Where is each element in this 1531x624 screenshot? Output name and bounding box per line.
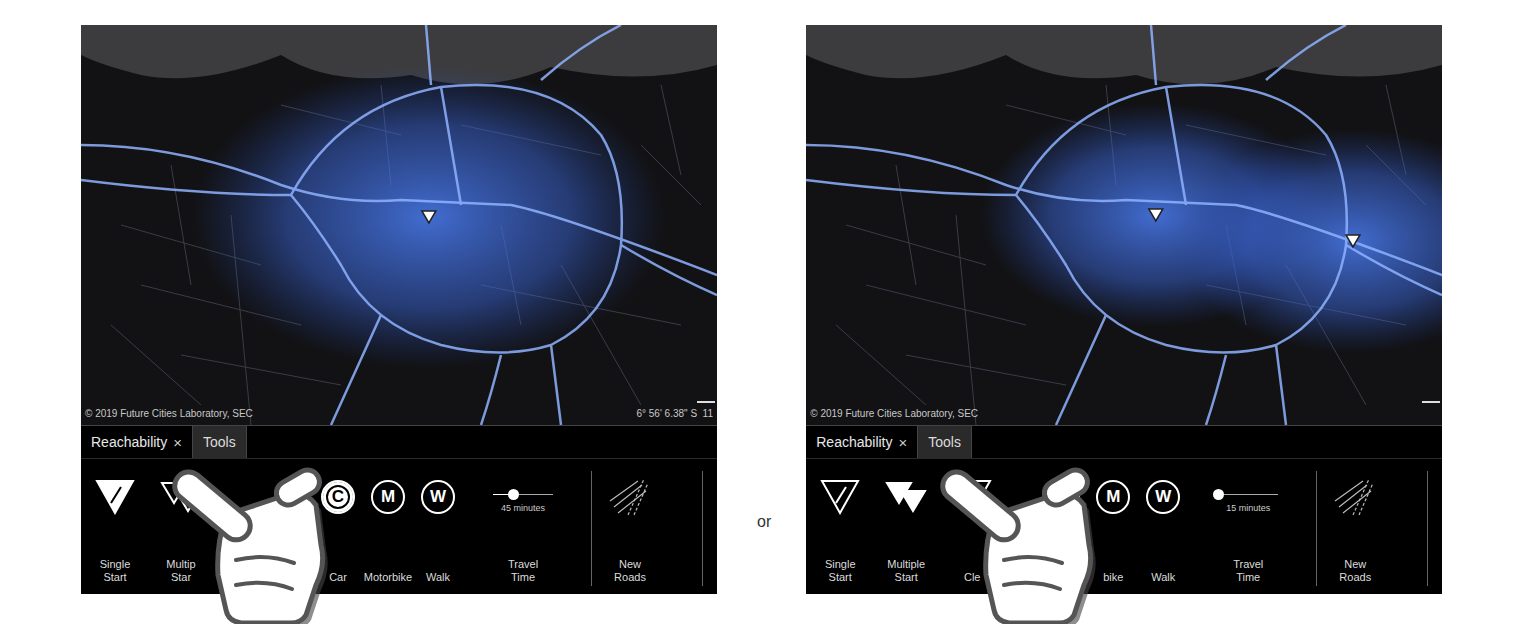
- tab[interactable]: Reachability ×: [806, 426, 918, 458]
- reach-area: [192, 65, 666, 368]
- start-marker-icon[interactable]: [1149, 209, 1163, 221]
- map-coordinates: 6° 56' 6.38" S 11: [636, 408, 713, 419]
- tool-label: NewRoads: [614, 558, 646, 584]
- tool-label: TravelTime: [1233, 558, 1263, 584]
- start-tool-button[interactable]: SingleStart: [810, 459, 870, 594]
- tool-label: Walk: [426, 571, 450, 584]
- tool-label: TravelTime: [508, 558, 538, 584]
- tool-label: Motorbike: [364, 571, 412, 584]
- tab[interactable]: Tools: [918, 426, 972, 458]
- single-start-icon: [95, 479, 135, 515]
- toolbar-separator: [1316, 471, 1317, 586]
- map-attribution: © 2019 Future Cities Laboratory, SEC: [810, 408, 978, 419]
- main-roads: [81, 25, 717, 425]
- mode-circle-icon: C: [321, 480, 355, 514]
- map-attribution: © 2019 Future Cities Laboratory, SEC: [85, 408, 253, 419]
- mode-circle-icon: M: [371, 480, 405, 514]
- mode-button[interactable]: M Motorbike: [363, 459, 413, 594]
- tab[interactable]: Reachability ×: [81, 426, 193, 458]
- map-canvas[interactable]: [806, 25, 1442, 425]
- toolbar-separator: [591, 471, 592, 586]
- slider-knob[interactable]: [1213, 489, 1224, 500]
- travel-time-value: 45 minutes: [501, 503, 545, 513]
- new-roads-button[interactable]: NewRoads: [594, 459, 666, 594]
- tab-close-button[interactable]: ×: [899, 434, 908, 451]
- tool-label: Cle: [964, 571, 981, 584]
- land-area: [806, 25, 1442, 84]
- single-start-icon: [820, 479, 860, 515]
- mode-circle-icon: W: [421, 480, 455, 514]
- tool-label: MultipStar: [166, 558, 195, 584]
- scale-bar: [1422, 401, 1440, 403]
- tab-close-button[interactable]: ×: [173, 434, 182, 451]
- tab[interactable]: Tools: [193, 426, 247, 458]
- travel-modes: C Car M Motorbike W Walk: [313, 459, 463, 594]
- main-roads: [806, 25, 1442, 425]
- toolbar: SingleStartMultipleStartCleMbikeWWalk15 …: [806, 459, 1442, 594]
- travel-time-value: 15 minutes: [1226, 503, 1270, 513]
- new-roads-button[interactable]: NewRoads: [1319, 459, 1391, 594]
- tool-label: SingleStart: [825, 558, 856, 584]
- new-roads-icon: [608, 477, 652, 517]
- tab-bar: Reachability × Tools: [81, 425, 717, 459]
- toolbar-separator: [1427, 471, 1428, 586]
- mode-circle-icon: M: [1096, 480, 1130, 514]
- tab-label: Reachability: [816, 434, 892, 450]
- start-marker-icon[interactable]: [1346, 235, 1360, 247]
- map[interactable]: © 2019 Future Cities Laboratory, SEC 6° 5…: [81, 25, 717, 425]
- pointing-hand-icon: [934, 465, 1124, 624]
- mode-circle-icon: W: [1146, 480, 1180, 514]
- tool-label: MultipleStart: [887, 558, 925, 584]
- tab-label: Tools: [928, 434, 961, 450]
- tool-label: Car: [329, 571, 347, 584]
- slider-knob[interactable]: [508, 489, 519, 500]
- tab-label: Reachability: [91, 434, 167, 450]
- tool-label: NewRoads: [1339, 558, 1371, 584]
- start-marker-icon[interactable]: [422, 211, 436, 223]
- mode-button[interactable]: W Walk: [413, 459, 463, 594]
- tool-label: Walk: [1151, 571, 1175, 584]
- tool-label: SingleStart: [100, 558, 131, 584]
- mode-button[interactable]: W Walk: [1138, 459, 1188, 594]
- travel-time-slider[interactable]: [493, 494, 553, 495]
- multiple-start-icon: [885, 479, 927, 515]
- start-tool-button[interactable]: SingleStart: [85, 459, 145, 594]
- toolbar-separator: [702, 471, 703, 586]
- travel-time-control: 15 minutes TravelTime: [1210, 459, 1286, 594]
- start-tool-button[interactable]: MultipleStart: [876, 459, 936, 594]
- separator-text: or: [757, 513, 771, 531]
- mode-button[interactable]: Mbike: [1088, 459, 1138, 594]
- app-panel: © 2019 Future Cities Laboratory, SEC Reac…: [806, 25, 1442, 594]
- tab-bar: Reachability × Tools: [806, 425, 1442, 459]
- scale-bar: [697, 401, 715, 403]
- travel-time-control: 45 minutes TravelTime: [485, 459, 561, 594]
- map[interactable]: © 2019 Future Cities Laboratory, SEC: [806, 25, 1442, 425]
- tab-label: Tools: [203, 434, 236, 450]
- map-canvas[interactable]: [81, 25, 717, 425]
- pointing-hand-icon: [166, 465, 356, 624]
- page: © 2019 Future Cities Laboratory, SEC 6° 5…: [0, 0, 1531, 624]
- new-roads-icon: [1333, 477, 1377, 517]
- travel-time-slider[interactable]: [1218, 494, 1278, 495]
- tool-label: bike: [1103, 571, 1123, 584]
- app-panel: © 2019 Future Cities Laboratory, SEC 6° 5…: [81, 25, 717, 594]
